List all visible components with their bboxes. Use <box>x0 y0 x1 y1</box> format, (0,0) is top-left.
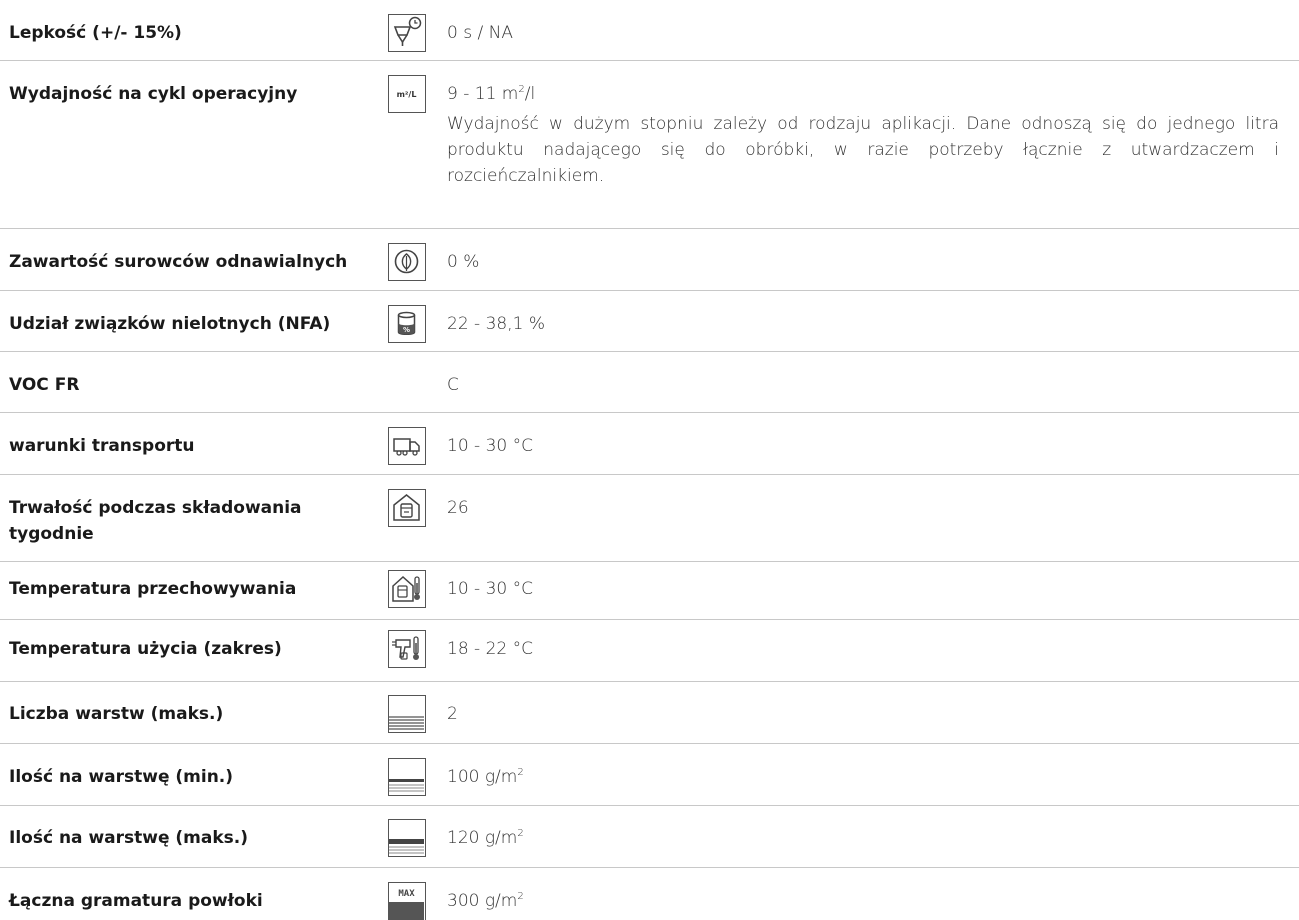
row-amount-per-layer-min: Ilość na warstwę (min.) 100 g/m2 <box>0 744 1299 806</box>
row-label: Temperatura przechowywania <box>9 579 297 599</box>
row-coverage: Wydajność na cykl operacyjny m²/L 9 - 11… <box>0 61 1299 229</box>
row-renewable: Zawartość surowców odnawialnych 0 % <box>0 229 1299 291</box>
total-max-icon: MAX <box>388 882 426 920</box>
technical-data-table: Lepkość (+/- 15%) 0 s / NA Wydajność na … <box>0 0 1299 920</box>
row-label: Liczba warstw (maks.) <box>9 704 224 724</box>
row-note: Wydajność w dużym stopniu zależy od rodz… <box>447 114 1279 186</box>
spray-gun-thermometer-icon <box>388 630 426 668</box>
row-label: warunki transportu <box>9 436 195 456</box>
row-label: Ilość na warstwę (maks.) <box>9 828 249 848</box>
layer-amount-max-icon <box>388 819 426 857</box>
row-value: 2 <box>447 704 458 724</box>
row-voc: VOC FR C <box>0 352 1299 413</box>
row-viscosity: Lepkość (+/- 15%) 0 s / NA <box>0 0 1299 61</box>
row-value: 100 g/m2 <box>447 767 524 787</box>
layer-amount-min-icon <box>388 758 426 796</box>
row-value: 300 g/m2 <box>447 891 524 911</box>
row-value: 10 - 30 °C <box>447 436 533 456</box>
row-label: Temperatura użycia (zakres) <box>9 639 282 659</box>
solids-can-icon: % <box>388 305 426 343</box>
row-nfa: Udział związków nielotnych (NFA) % 22 - … <box>0 291 1299 352</box>
row-value: 120 g/m2 <box>447 828 524 848</box>
row-application-temperature: Temperatura użycia (zakres) 18 - 22 °C <box>0 620 1299 682</box>
row-value: 22 - 38,1 % <box>447 314 545 334</box>
row-label: Lepkość (+/- 15%) <box>9 23 182 43</box>
row-label: Trwałość podczas składowania tygodnie <box>9 498 302 544</box>
row-value: 0 s / NA <box>447 23 513 43</box>
storage-house-icon <box>388 489 426 527</box>
row-label: Ilość na warstwę (min.) <box>9 767 234 787</box>
row-amount-per-layer-max: Ilość na warstwę (maks.) 120 g/m2 <box>0 806 1299 868</box>
layers-icon <box>388 695 426 733</box>
row-value: 9 - 11 m2/l <box>447 84 536 104</box>
row-value: 10 - 30 °C <box>447 579 533 599</box>
storage-thermometer-icon <box>388 570 426 608</box>
renewable-leaf-icon <box>388 243 426 281</box>
row-label: Udział związków nielotnych (NFA) <box>9 314 331 334</box>
row-number-of-layers: Liczba warstw (maks.) 2 <box>0 682 1299 744</box>
row-value: 0 % <box>447 252 480 272</box>
row-label: Łączna gramatura powłoki <box>9 891 263 911</box>
row-value: C <box>447 375 459 395</box>
row-value: 18 - 22 °C <box>447 639 533 659</box>
icon-text: MAX <box>398 889 415 899</box>
m2-per-liter-icon: m²/L <box>388 75 426 113</box>
row-label: VOC FR <box>9 375 80 395</box>
svg-text:%: % <box>403 326 410 334</box>
row-shelf-life: Trwałość podczas składowania tygodnie 26 <box>0 475 1299 562</box>
viscosity-cup-timer-icon <box>388 14 426 52</box>
row-value: 26 <box>447 498 469 518</box>
row-storage-temperature: Temperatura przechowywania 10 - 30 °C <box>0 562 1299 620</box>
row-total-coating-weight: Łączna gramatura powłoki MAX 300 g/m2 <box>0 868 1299 920</box>
row-label: Zawartość surowców odnawialnych <box>9 252 348 272</box>
row-label: Wydajność na cykl operacyjny <box>9 84 298 104</box>
truck-icon <box>388 427 426 465</box>
row-transport: warunki transportu 10 - 30 °C <box>0 413 1299 475</box>
icon-text: m²/L <box>397 90 417 99</box>
